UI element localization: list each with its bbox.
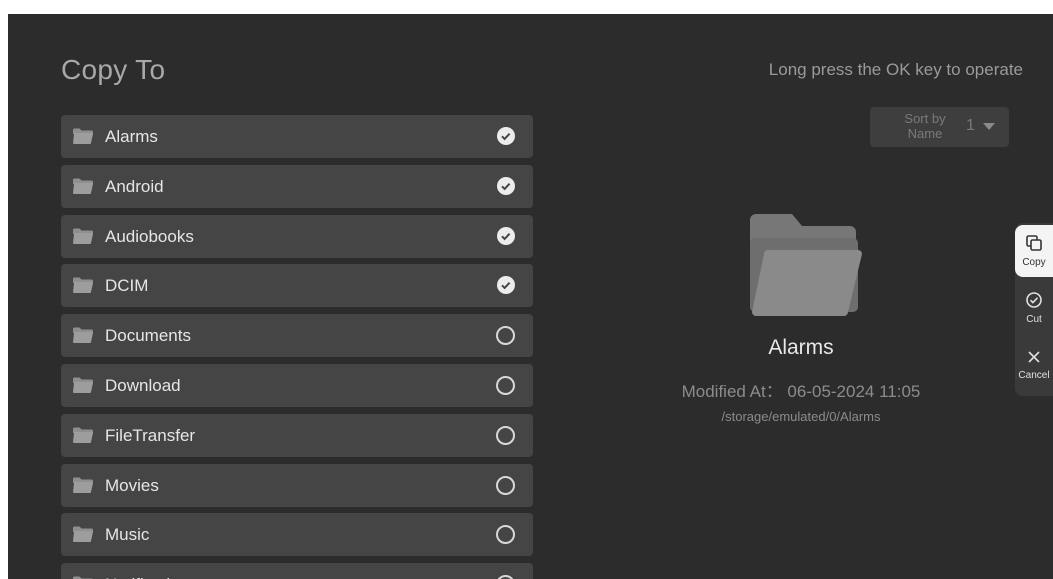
folder-name: Audiobooks	[105, 226, 194, 246]
detail-modified: Modified At： 06-05-2024 11:05	[681, 382, 921, 401]
detail-path: /storage/emulated/0/Alarms	[721, 409, 881, 424]
folder-icon	[73, 377, 93, 393]
empty-circle-icon[interactable]	[496, 525, 515, 545]
folder-row[interactable]: Download	[61, 364, 533, 407]
check-circle-icon[interactable]	[497, 226, 515, 245]
folder-name: Music	[105, 525, 150, 545]
sort-dropdown[interactable]: Sort by Name 1	[870, 107, 1009, 147]
check-circle-icon[interactable]	[497, 127, 515, 145]
sort-label: Sort by Name	[904, 111, 946, 141]
folder-row[interactable]: Notifications	[61, 563, 533, 579]
folder-name: Download	[105, 376, 181, 395]
close-icon	[1028, 351, 1040, 363]
cut-button[interactable]: Cut	[1015, 285, 1053, 335]
folder-row[interactable]: Audiobooks	[61, 214, 533, 258]
sort-value: 1	[966, 117, 975, 134]
cancel-label: Cancel	[1018, 370, 1050, 381]
empty-circle-icon[interactable]	[496, 475, 515, 495]
folder-name: Android	[105, 176, 164, 196]
folder-row[interactable]: Alarms	[61, 115, 533, 158]
empty-circle-icon[interactable]	[496, 425, 515, 445]
folder-name: FileTransfer	[105, 425, 196, 445]
empty-circle-icon[interactable]	[496, 326, 515, 346]
copy-label: Copy	[1022, 257, 1046, 268]
empty-circle-icon[interactable]	[496, 575, 515, 579]
copy-icon	[1026, 235, 1042, 251]
action-panel: Copy Cut Cancel	[1015, 223, 1053, 396]
folder-name: DCIM	[105, 276, 149, 296]
folder-row[interactable]: Android	[61, 164, 533, 208]
cut-icon	[1026, 292, 1042, 308]
folder-row[interactable]: DCIM	[61, 264, 533, 308]
folder-name: Documents	[105, 326, 191, 346]
folder-name: Alarms	[105, 127, 158, 146]
copy-to-screen: Copy To Long press the OK key to operate…	[8, 14, 1053, 579]
folder-name: Movies	[105, 475, 159, 495]
cancel-button[interactable]: Cancel	[1015, 343, 1053, 393]
folder-row[interactable]: Documents	[61, 314, 533, 358]
folder-icon	[73, 477, 93, 493]
detail-folder-name: Alarms	[768, 336, 834, 359]
folder-row[interactable]: Movies	[61, 463, 533, 507]
page-title: Copy To	[61, 54, 166, 85]
folder-icon	[73, 277, 93, 294]
folder-icon	[73, 327, 93, 344]
folder-icon	[73, 526, 93, 543]
folder-row[interactable]: Music	[61, 513, 533, 557]
folder-icon	[73, 178, 93, 194]
hint-text: Long press the OK key to operate	[768, 60, 1023, 79]
folder-icon	[73, 427, 93, 443]
folder-icon	[73, 228, 93, 244]
chevron-down-icon	[983, 123, 995, 130]
folder-row[interactable]: FileTransfer	[61, 413, 533, 457]
large-folder-icon	[750, 214, 862, 316]
cut-label: Cut	[1026, 314, 1042, 325]
check-circle-icon[interactable]	[497, 276, 515, 295]
folder-name: Notifications	[105, 575, 198, 579]
copy-button[interactable]: Copy	[1015, 225, 1053, 277]
check-circle-icon[interactable]	[497, 176, 515, 195]
empty-circle-icon[interactable]	[496, 376, 515, 395]
folder-icon	[73, 128, 93, 144]
